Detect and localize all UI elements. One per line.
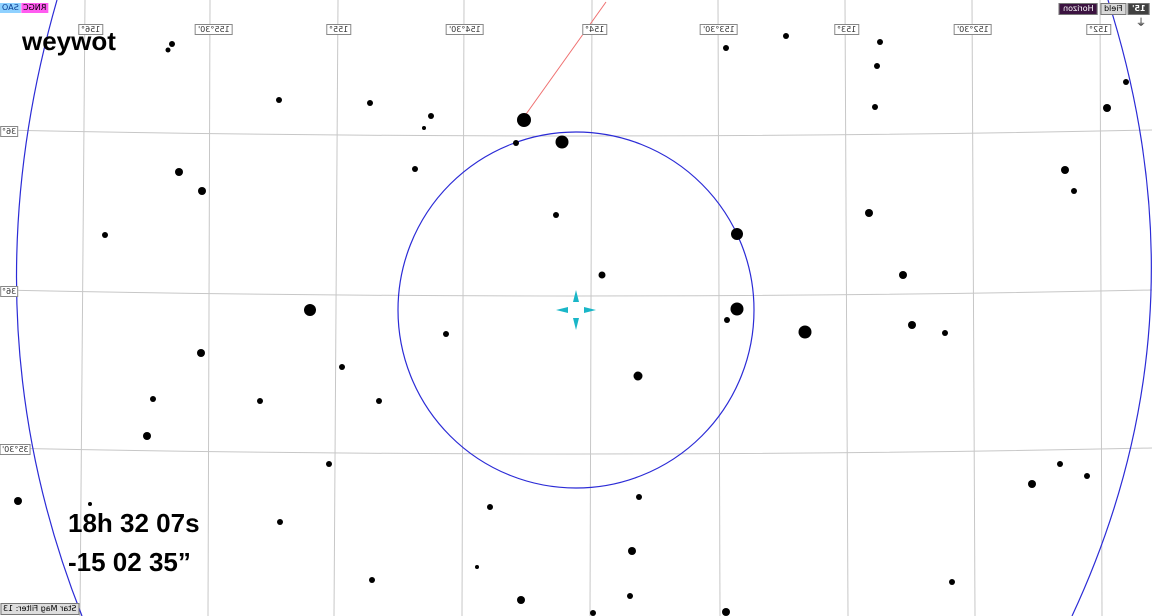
- star[interactable]: [783, 33, 789, 39]
- star[interactable]: [874, 63, 880, 69]
- ra-tick-label: 154°: [582, 24, 608, 35]
- dec-tick-label: 36°: [0, 126, 19, 137]
- star[interactable]: [475, 565, 479, 569]
- star[interactable]: [428, 113, 434, 119]
- star[interactable]: [722, 608, 730, 616]
- right-ascension-readout: 18h 32 07s: [68, 508, 200, 538]
- star[interactable]: [150, 396, 156, 402]
- star[interactable]: [513, 140, 519, 146]
- star[interactable]: [627, 593, 633, 599]
- star[interactable]: [724, 317, 730, 323]
- star[interactable]: [277, 519, 283, 525]
- star[interactable]: [412, 166, 418, 172]
- star[interactable]: [908, 321, 916, 329]
- star[interactable]: [517, 596, 525, 604]
- ra-tick-label: 152°30': [954, 24, 992, 35]
- star[interactable]: [198, 187, 206, 195]
- star[interactable]: [942, 330, 948, 336]
- star[interactable]: [369, 577, 375, 583]
- star[interactable]: [326, 461, 332, 467]
- star[interactable]: [1123, 79, 1129, 85]
- declination-readout: -15 02 35”: [68, 547, 191, 577]
- star[interactable]: [1084, 473, 1090, 479]
- sao-catalog-tag[interactable]: SAO: [0, 3, 21, 13]
- star[interactable]: [949, 579, 955, 585]
- star[interactable]: [636, 494, 642, 500]
- star[interactable]: [367, 100, 373, 106]
- star[interactable]: [276, 97, 282, 103]
- dec-tick-label: 36°: [0, 286, 19, 297]
- star[interactable]: [877, 39, 883, 45]
- star[interactable]: [14, 497, 22, 505]
- field-button[interactable]: Field: [1099, 3, 1127, 15]
- star[interactable]: [1061, 166, 1069, 174]
- ra-tick-label: 155°: [326, 24, 352, 35]
- star[interactable]: [633, 371, 643, 381]
- object-name-label: weywot: [22, 26, 116, 56]
- star[interactable]: [798, 325, 812, 339]
- star[interactable]: [1028, 480, 1036, 488]
- ra-tick-label: 154°30': [446, 24, 484, 35]
- star[interactable]: [590, 610, 596, 616]
- star[interactable]: [872, 104, 878, 110]
- star[interactable]: [175, 168, 183, 176]
- dec-tick-label: 35°30': [0, 444, 31, 455]
- star[interactable]: [517, 113, 531, 127]
- compass-icon: ⏚: [1136, 18, 1146, 29]
- ra-tick-label: 155°30': [195, 24, 233, 35]
- mag-filter-status[interactable]: Star Mag Filter: 13: [0, 603, 80, 615]
- star[interactable]: [865, 209, 873, 217]
- star[interactable]: [102, 232, 108, 238]
- star[interactable]: [304, 304, 316, 316]
- star[interactable]: [899, 271, 907, 279]
- star[interactable]: [443, 331, 449, 337]
- star[interactable]: [553, 212, 559, 218]
- star[interactable]: [169, 41, 175, 47]
- ngc-catalog-tag[interactable]: RNGC: [20, 3, 49, 13]
- star[interactable]: [730, 302, 744, 316]
- star[interactable]: [339, 364, 345, 370]
- star[interactable]: [422, 126, 426, 130]
- ra-tick-label: 153°30': [700, 24, 738, 35]
- star[interactable]: [376, 398, 382, 404]
- star[interactable]: [88, 502, 92, 506]
- object-track-line: [523, 1, 607, 118]
- catalog-tags: SAO RNGC: [0, 3, 49, 13]
- star[interactable]: [487, 504, 493, 510]
- star[interactable]: [723, 45, 729, 51]
- star[interactable]: [257, 398, 263, 404]
- star[interactable]: [1071, 188, 1077, 194]
- star[interactable]: [628, 547, 636, 555]
- star[interactable]: [143, 432, 151, 440]
- star[interactable]: [197, 349, 205, 357]
- star[interactable]: [1103, 104, 1111, 112]
- star[interactable]: [1057, 461, 1063, 467]
- horizon-button[interactable]: Horizon: [1059, 3, 1098, 15]
- star[interactable]: [555, 135, 569, 149]
- horizon-arc: [1071, 0, 1152, 616]
- star[interactable]: [731, 228, 743, 240]
- star[interactable]: [165, 47, 171, 53]
- field-of-view-circle: [397, 131, 755, 489]
- ra-tick-label: 152°: [1086, 24, 1112, 35]
- ra-tick-label: 153°: [834, 24, 860, 35]
- star[interactable]: [598, 271, 606, 279]
